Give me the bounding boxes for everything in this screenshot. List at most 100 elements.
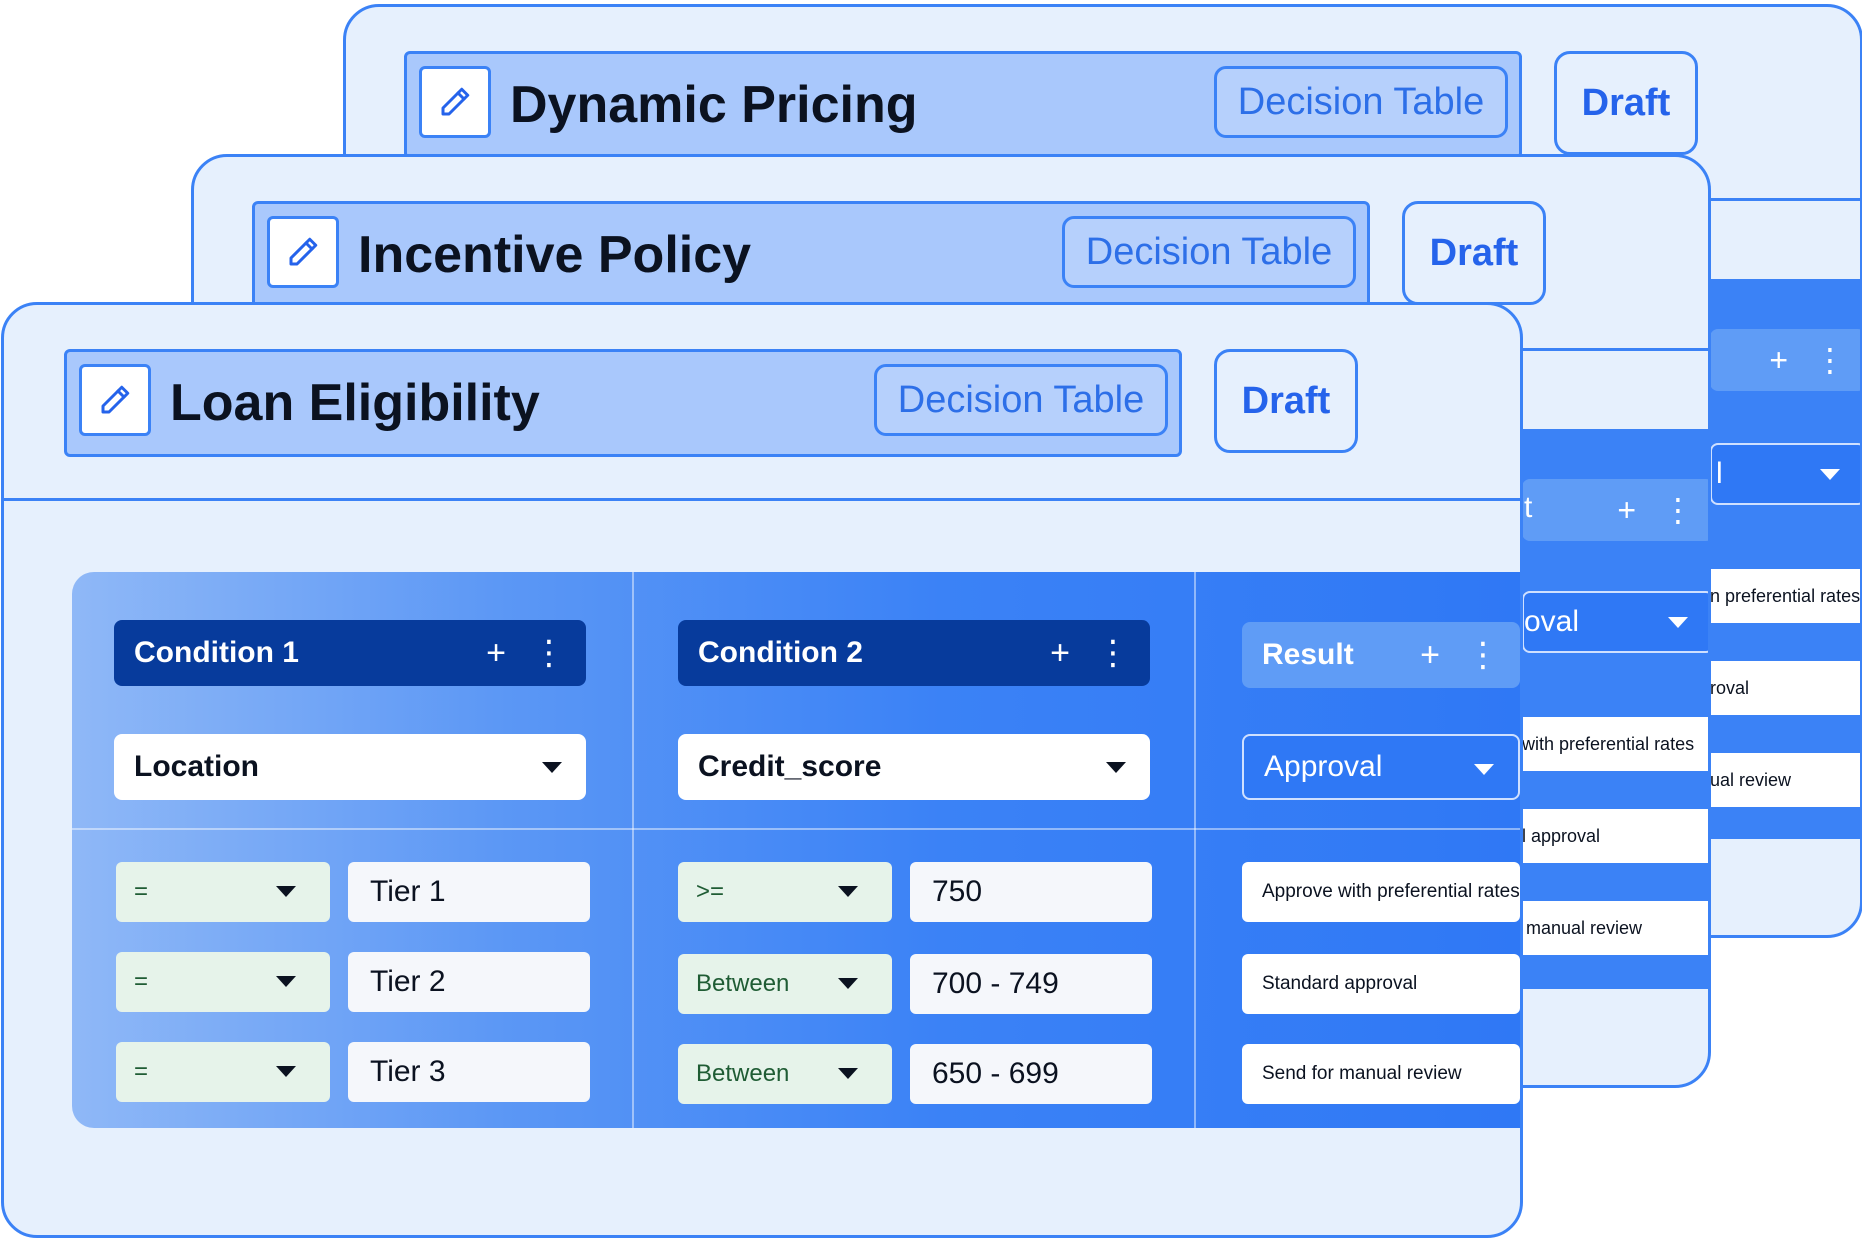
plus-icon[interactable]: + [1617, 492, 1636, 529]
field-select-location[interactable]: Location [114, 734, 586, 800]
result-text: Send for manual review [1262, 1063, 1462, 1084]
operator-value: >= [696, 878, 725, 905]
decision-table: Condition 1 + ⋮ Location Condition 2 + ⋮… [72, 572, 1520, 1128]
card-title: Loan Eligibility [170, 374, 540, 432]
field-select-value: Credit_score [698, 750, 882, 783]
result-text: Approve with preferential rates [1262, 881, 1520, 902]
field-select-value: Location [134, 750, 259, 783]
input-value: Tier 2 [370, 965, 446, 998]
column-header-condition-1[interactable]: Condition 1 + ⋮ [114, 620, 586, 686]
result-value-input[interactable]: Send for manual review [1242, 1044, 1520, 1104]
chevron-down-icon [276, 1066, 296, 1077]
result-field-select[interactable]: l [1710, 443, 1860, 505]
pencil-icon [289, 237, 318, 266]
operator-select[interactable]: = [116, 862, 330, 922]
title-bar: Incentive Policy Decision Table [252, 201, 1370, 309]
plus-icon[interactable]: + [486, 634, 506, 673]
condition-value-input[interactable]: Tier 2 [348, 952, 590, 1012]
operator-select[interactable]: Between [678, 954, 892, 1014]
chevron-down-icon [1668, 617, 1688, 628]
operator-select[interactable]: = [116, 952, 330, 1012]
card-title: Dynamic Pricing [510, 76, 918, 134]
title-bar: Dynamic Pricing Decision Table [404, 51, 1522, 159]
condition-value-input[interactable]: 750 [910, 862, 1152, 922]
condition-value-input[interactable]: Tier 1 [348, 862, 590, 922]
result-text: manual review [1526, 917, 1643, 938]
result-cell[interactable]: l approval [1522, 809, 1708, 863]
column-header-label: Condition 2 [698, 636, 863, 669]
chevron-down-icon [276, 976, 296, 987]
input-value: 750 [932, 875, 983, 908]
plus-icon[interactable]: + [1050, 634, 1070, 673]
draft-status-button[interactable]: Draft [1554, 51, 1698, 155]
result-text: roval [1710, 677, 1750, 698]
operator-select[interactable]: >= [678, 862, 892, 922]
kebab-menu-icon[interactable]: ⋮ [1096, 633, 1130, 673]
kebab-menu-icon[interactable]: ⋮ [1466, 635, 1500, 675]
column-header-result[interactable]: Result + ⋮ [1242, 622, 1520, 688]
input-value: Tier 1 [370, 875, 446, 908]
field-select-approval[interactable]: Approval [1242, 734, 1520, 800]
select-value: oval [1524, 605, 1580, 638]
select-value: l [1716, 457, 1723, 490]
chevron-down-icon [1820, 469, 1840, 480]
column-divider [632, 572, 634, 1128]
header-label: t [1524, 491, 1533, 524]
result-text: with preferential rates [1522, 733, 1695, 754]
title-bar: Loan Eligibility Decision Table [64, 349, 1182, 457]
chevron-down-icon [542, 762, 562, 773]
result-text: Standard approval [1262, 973, 1418, 994]
column-header-label: Result [1262, 638, 1354, 671]
operator-value: = [134, 1058, 149, 1085]
edit-button[interactable] [79, 364, 151, 436]
chevron-down-icon [838, 978, 858, 989]
type-badge: Decision Table [1062, 216, 1356, 288]
condition-value-input[interactable]: Tier 3 [348, 1042, 590, 1102]
operator-value: Between [696, 1060, 790, 1087]
operator-select[interactable]: Between [678, 1044, 892, 1104]
edit-button[interactable] [419, 66, 491, 138]
result-cell[interactable]: with preferential rates [1522, 717, 1708, 771]
chevron-down-icon [1106, 762, 1126, 773]
field-select-credit-score[interactable]: Credit_score [678, 734, 1150, 800]
kebab-menu-icon[interactable]: ⋮ [532, 633, 566, 673]
type-badge: Decision Table [874, 364, 1168, 436]
result-cell[interactable]: roval [1710, 661, 1860, 715]
result-text: n preferential rates [1710, 585, 1861, 606]
result-value-input[interactable]: Approve with preferential rates [1242, 862, 1520, 922]
chevron-down-icon [838, 1068, 858, 1079]
edit-button[interactable] [267, 216, 339, 288]
result-header: t + ⋮ [1522, 479, 1708, 541]
input-value: 700 - 749 [932, 967, 1059, 1000]
operator-value: = [134, 968, 149, 995]
pencil-icon [101, 385, 130, 414]
draft-status-button[interactable]: Draft [1214, 349, 1358, 453]
operator-select[interactable]: = [116, 1042, 330, 1102]
result-text: ual review [1710, 769, 1792, 790]
result-header: + ⋮ [1710, 329, 1860, 391]
operator-value: Between [696, 970, 790, 997]
row-divider [72, 828, 1520, 830]
kebab-menu-icon[interactable]: ⋮ [1662, 491, 1694, 529]
pencil-icon [441, 87, 470, 116]
kebab-menu-icon[interactable]: ⋮ [1814, 341, 1846, 379]
draft-status-button[interactable]: Draft [1402, 201, 1546, 305]
result-cell[interactable]: ual review [1710, 753, 1860, 807]
condition-value-input[interactable]: 700 - 749 [910, 954, 1152, 1014]
result-field-select[interactable]: oval [1522, 591, 1708, 653]
plus-icon[interactable]: + [1769, 342, 1788, 379]
type-badge: Decision Table [1214, 66, 1508, 138]
result-value-input[interactable]: Standard approval [1242, 954, 1520, 1014]
operator-value: = [134, 878, 149, 905]
field-select-value: Approval [1264, 750, 1383, 783]
result-cell[interactable]: manual review [1522, 901, 1708, 955]
column-header-label: Condition 1 [134, 636, 299, 669]
condition-value-input[interactable]: 650 - 699 [910, 1044, 1152, 1104]
input-value: 650 - 699 [932, 1057, 1059, 1090]
result-cell[interactable]: n preferential rates [1710, 569, 1861, 623]
column-divider [1194, 572, 1196, 1128]
column-header-condition-2[interactable]: Condition 2 + ⋮ [678, 620, 1150, 686]
input-value: Tier 3 [370, 1055, 446, 1088]
card-title: Incentive Policy [358, 226, 752, 284]
plus-icon[interactable]: + [1420, 636, 1440, 675]
